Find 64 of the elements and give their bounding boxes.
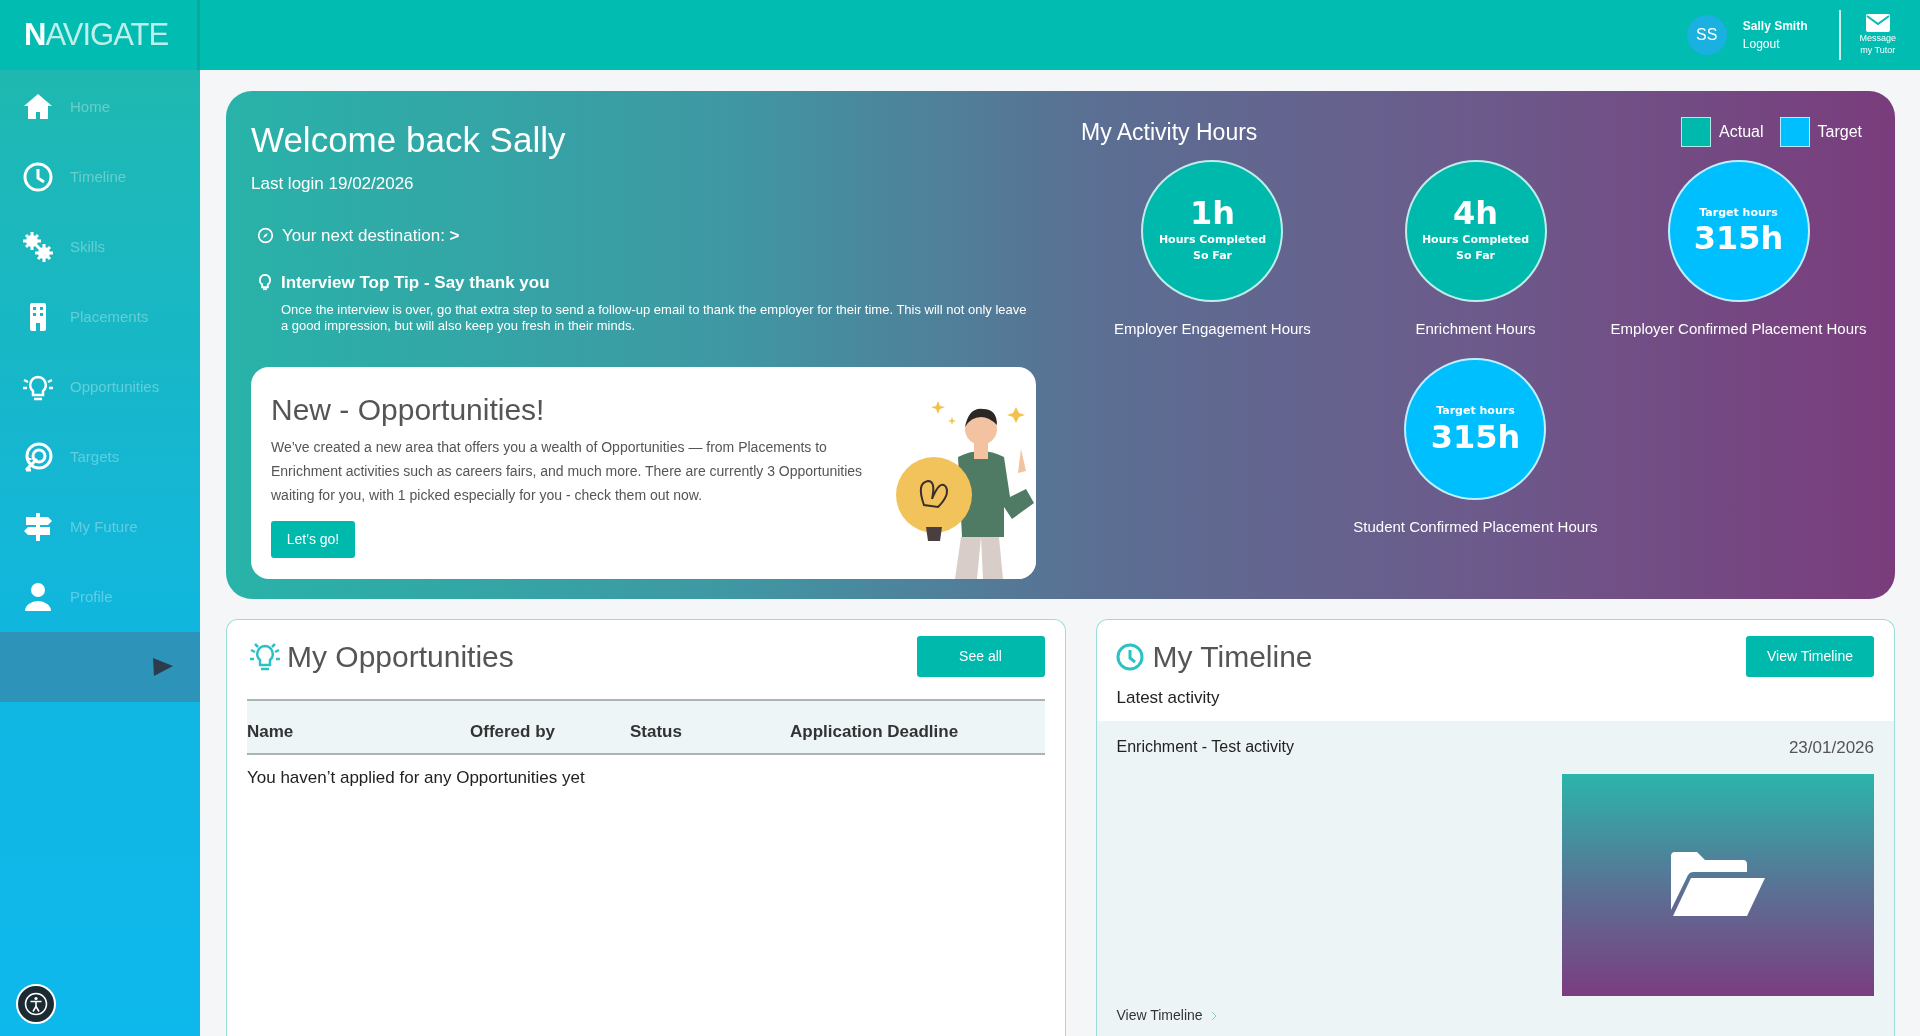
column-header: Application Deadline — [790, 721, 959, 743]
sign-icon — [22, 511, 54, 543]
view-timeline-button[interactable]: View Timeline — [1746, 636, 1874, 677]
tip-text: Once the interview is over, go that extra step to send a follow-up email to thank the employer for their time. This will not only leave a good impression, but will also keep you fresh in their minds. — [281, 301, 1028, 334]
sidebar-item[interactable]: Home — [0, 72, 200, 142]
triangle-icon — [150, 656, 174, 678]
sidebar-item[interactable]: Placements — [0, 282, 200, 352]
see-all-button[interactable]: See all — [916, 636, 1045, 677]
section-subtitle: Latest activity — [1115, 687, 1221, 709]
chevron-right-icon — [1210, 1010, 1217, 1021]
hours-label: Student Confirmed Placement Hours — [1353, 517, 1598, 537]
lets-go-button[interactable]: Let's go! — [271, 521, 355, 559]
hours-caption: Target hours — [1699, 204, 1778, 221]
sidebar-item[interactable]: My Future — [0, 492, 200, 562]
hours-value: 4h — [1452, 196, 1498, 232]
gears-icon — [22, 231, 54, 263]
column-header: Offered by — [470, 721, 557, 743]
clock-icon — [22, 161, 54, 193]
hours-value: 1h — [1189, 196, 1235, 232]
sidebar-item[interactable]: Opportunities — [0, 352, 200, 422]
legend-label: Actual — [1719, 122, 1764, 143]
clock-icon — [1114, 641, 1145, 672]
hours-label: Employer Confirmed Placement Hours — [1610, 318, 1867, 339]
target-icon — [22, 441, 54, 473]
activity-entry[interactable]: Enrichment - Test activity 23/01/2026 View Timeline — [1096, 720, 1894, 1036]
accessibility-button[interactable] — [16, 984, 56, 1024]
logout-link[interactable]: Logout — [1742, 35, 1808, 53]
lightbulb-icon — [257, 273, 273, 293]
user-avatar: SS — [1686, 15, 1727, 55]
tip-title: Interview Top Tip - Say thank you — [281, 272, 550, 294]
promo-title: New - Opportunities! — [271, 392, 546, 428]
hours-caption: So Far — [1456, 248, 1495, 265]
view-timeline-link[interactable]: View Timeline — [1116, 1005, 1203, 1026]
panel-title: My Timeline — [1152, 639, 1313, 675]
hours-caption: Hours Completed — [1421, 231, 1530, 248]
entry-title: Enrichment - Test activity — [1116, 736, 1295, 757]
panel-title: My Opportunities — [287, 639, 514, 675]
envelope-icon — [1864, 13, 1891, 34]
hours-caption: So Far — [1192, 248, 1232, 265]
sidebar-item[interactable]: Timeline — [0, 142, 200, 212]
promo-text: We’ve created a new area that offers you a wealth of Opportunities — from Placements to Enrichment activities such as careers fairs, and much more. There are currently 3 Opportunities waiting for you, with 1 picked especially for you - check them out now. — [271, 438, 864, 505]
legend-label: Target — [1817, 122, 1862, 143]
user-name: Sally Smith — [1742, 18, 1808, 35]
entry-date: 23/01/2026 — [1788, 736, 1874, 759]
empty-message: You haven’t applied for any Opportunities yet — [247, 766, 585, 789]
welcome-heading: Welcome back Sally — [251, 119, 567, 161]
compass-icon — [257, 226, 274, 244]
accessibility-icon — [24, 992, 48, 1016]
hours-value: 315h — [1693, 221, 1784, 257]
hours-label: Enrichment Hours — [1415, 318, 1536, 339]
activity-heading: My Activity Hours — [1081, 118, 1258, 147]
column-header: Name — [247, 721, 295, 743]
hours-label: Employer Engagement Hours — [1114, 318, 1311, 339]
sidebar-item[interactable]: Skills — [0, 212, 200, 282]
column-header: Status — [630, 721, 683, 743]
sidebar-item[interactable]: Targets — [0, 422, 200, 492]
sidebar-item[interactable]: Profile — [0, 562, 200, 632]
person-icon — [22, 581, 54, 613]
hours-caption: Hours Completed — [1158, 231, 1267, 248]
hours-value: 315h — [1430, 419, 1521, 455]
next-destination-link[interactable]: Your next destination: > — [282, 222, 460, 248]
message-tutor-button[interactable]: Message my Tutor — [1839, 10, 1904, 60]
hours-caption: Target hours — [1436, 403, 1515, 420]
last-login-text: Last login 19/02/2026 — [251, 173, 415, 195]
